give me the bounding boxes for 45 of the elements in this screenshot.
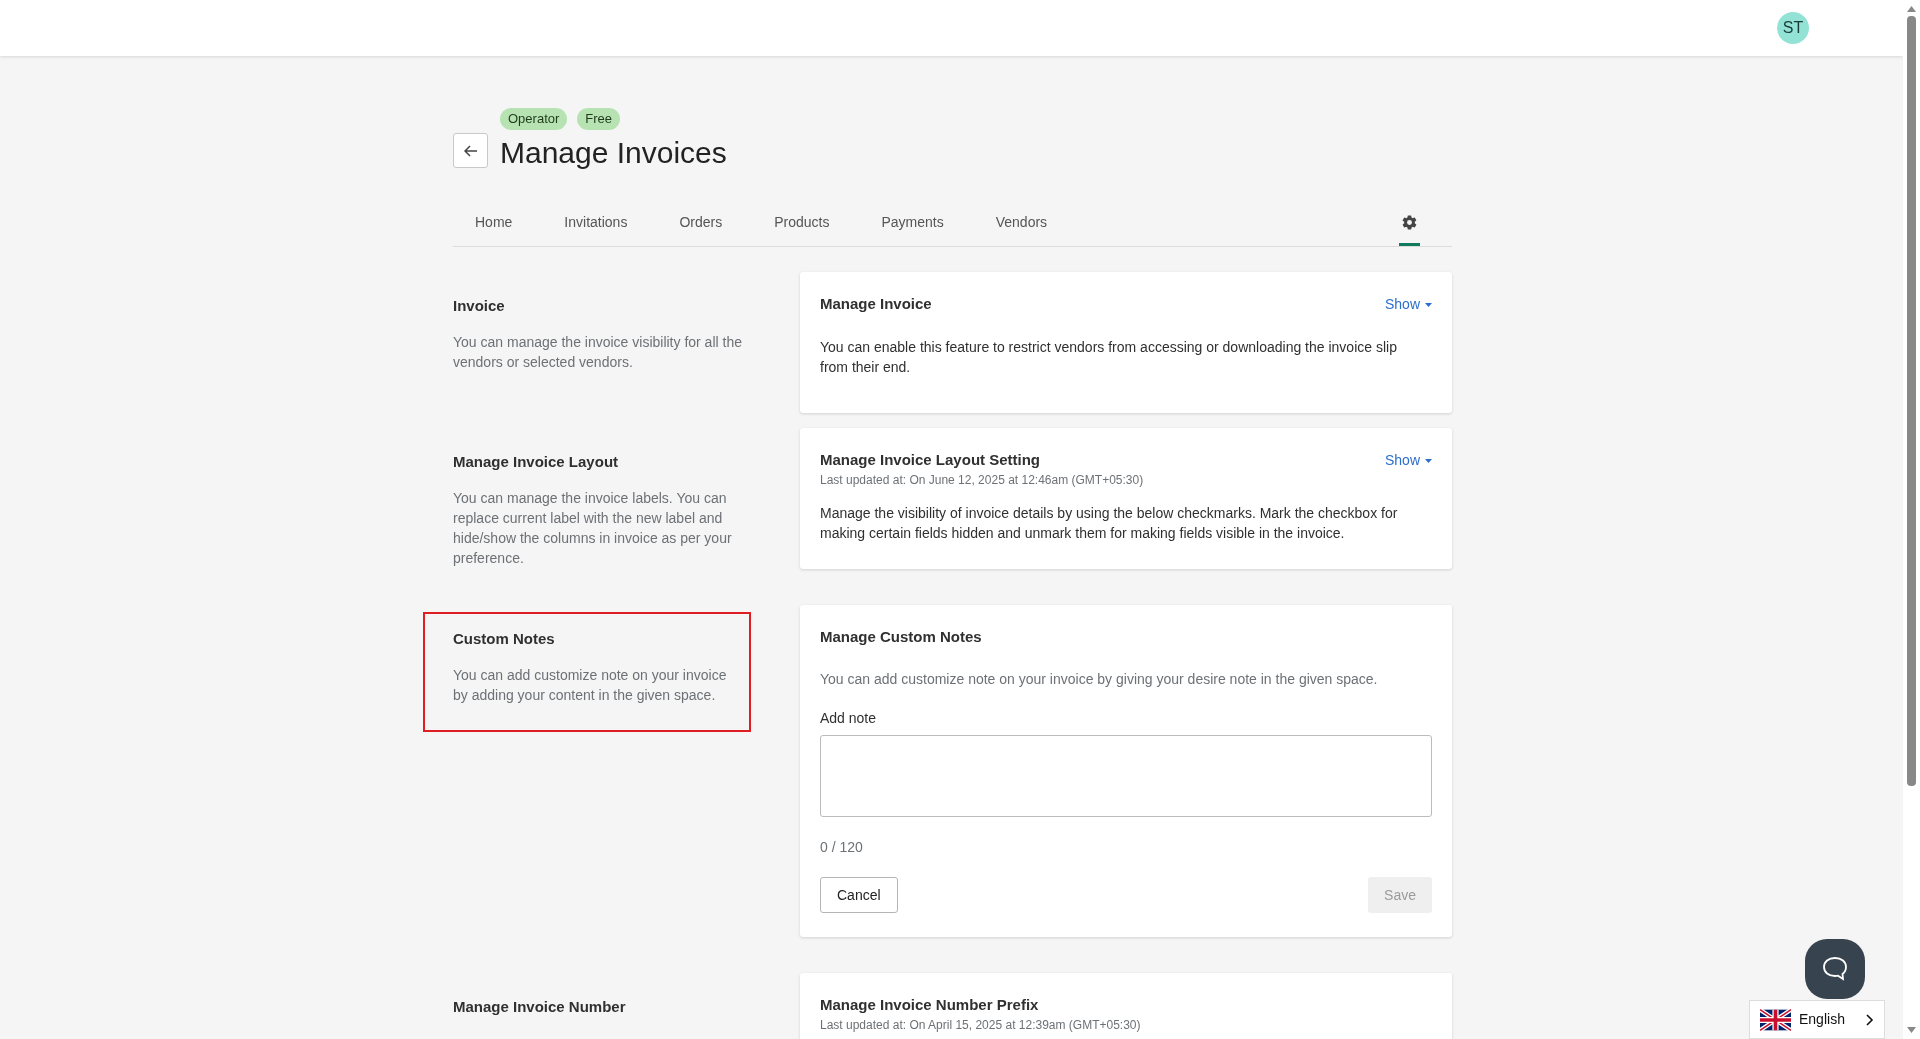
back-arrow-icon	[463, 144, 478, 157]
card-description: You can enable this feature to restrict vendors from accessing or downloading the invoice slip from their end.	[820, 338, 1398, 377]
back-button[interactable]	[453, 133, 488, 168]
card-description: Manage the visibility of invoice details by using the below checkmarks. Mark the checkbox for making certain fields hidden and unmark them for making fields visible in the invoice.	[820, 504, 1399, 543]
section-title: Manage Invoice Number	[453, 997, 627, 1017]
character-counter: 0 / 120	[820, 838, 864, 857]
section-description: You can manage the invoice labels. You can replace current label with the new label and hide/show the columns in invoice as per your preference.	[453, 489, 733, 568]
card-title: Manage Invoice	[820, 294, 932, 314]
card-title: Manage Invoice Layout Setting	[820, 450, 1042, 470]
show-toggle[interactable]: Show	[1384, 294, 1432, 315]
settings-icon	[1401, 214, 1418, 231]
nav-tab[interactable]: Home	[453, 202, 535, 246]
role-badge: Operator	[500, 108, 568, 130]
scroll-up-icon[interactable]	[1907, 6, 1916, 12]
chat-button[interactable]	[1805, 939, 1865, 999]
speech-bubble-icon	[1822, 956, 1848, 982]
caret-down-icon	[1425, 302, 1432, 307]
nav-tab[interactable]: Orders	[657, 202, 745, 246]
avatar[interactable]: ST	[1777, 12, 1809, 44]
nav-tab[interactable]: Products	[752, 202, 852, 246]
caret-down-icon	[1425, 458, 1432, 463]
field-label: Add note	[820, 709, 878, 728]
last-updated-text: Last updated at: On April 15, 2025 at 12:39am (GMT+05:30)	[820, 1017, 1141, 1034]
section-title: Manage Invoice Layout	[453, 452, 620, 472]
nav-tab[interactable]: Invitations	[542, 202, 650, 246]
cancel-button[interactable]: Cancel	[820, 877, 898, 913]
scroll-down-icon[interactable]	[1907, 1027, 1916, 1033]
card-description: You can add customize note on your invoice by giving your desire note in the given space.	[820, 670, 1379, 689]
section-title: Custom Notes	[453, 629, 556, 649]
language-selector[interactable]: English	[1749, 1000, 1885, 1039]
last-updated-text: Last updated at: On June 12, 2025 at 12:46am (GMT+05:30)	[820, 472, 1144, 489]
card-title: Manage Invoice Number Prefix	[820, 995, 1040, 1015]
chevron-right-icon	[1866, 1013, 1874, 1026]
role-badge: Free	[577, 108, 621, 130]
page-title: Manage Invoices	[500, 136, 727, 170]
nav-tab[interactable]: Vendors	[973, 202, 1070, 246]
section-description: You can add customize note on your invoice by adding your content in the given space.	[453, 666, 728, 705]
uk-flag-icon	[1760, 1008, 1791, 1031]
note-input-field[interactable]	[820, 735, 1432, 817]
show-toggle[interactable]: Show	[1384, 450, 1432, 471]
card-title: Manage Custom Notes	[820, 627, 982, 647]
section-description: You can manage the invoice visibility for all the vendors or selected vendors.	[453, 333, 743, 372]
scrollbar[interactable]	[1903, 0, 1920, 1039]
nav-tab[interactable]: Payments	[859, 202, 966, 246]
section-title: Invoice	[453, 296, 506, 316]
